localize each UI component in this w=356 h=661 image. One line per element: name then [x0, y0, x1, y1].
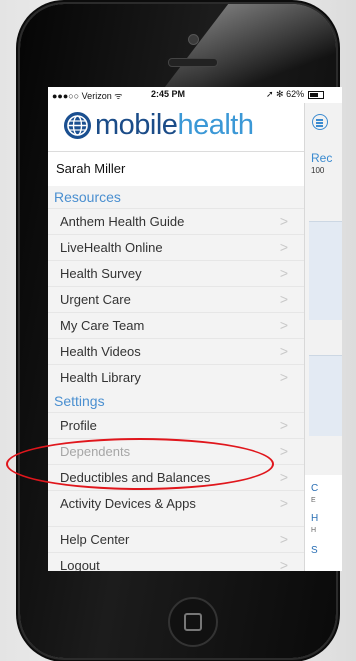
- menu-item-label: Profile: [60, 418, 97, 433]
- side-menu: mobilehealth Sarah Miller Resources Anth…: [48, 103, 304, 571]
- content-link[interactable]: S: [311, 545, 318, 556]
- section-resources: Resources: [48, 186, 304, 208]
- menu-item-label: My Care Team: [60, 318, 145, 333]
- chevron-right-icon: >: [279, 469, 288, 485]
- menu-spacer: [48, 516, 304, 526]
- earpiece-speaker: [168, 58, 218, 67]
- chevron-right-icon: >: [279, 443, 288, 459]
- chevron-right-icon: >: [279, 495, 288, 511]
- menu-item-label: Health Library: [60, 370, 141, 385]
- menu-item-profile[interactable]: Profile >: [48, 412, 304, 438]
- home-button[interactable]: [168, 597, 218, 647]
- menu-item-urgent-care[interactable]: Urgent Care >: [48, 286, 304, 312]
- status-right: ➚ ✻ 62%: [266, 89, 324, 100]
- menu-item-label: Activity Devices & Apps: [60, 496, 196, 511]
- chevron-right-icon: >: [279, 557, 288, 571]
- content-heading: Rec: [311, 151, 333, 165]
- menu-item-anthem-health-guide[interactable]: Anthem Health Guide >: [48, 208, 304, 234]
- menu-list: Resources Anthem Health Guide > LiveHealt…: [48, 186, 304, 571]
- annotation-circle: [6, 438, 274, 490]
- menu-item-health-videos[interactable]: Health Videos >: [48, 338, 304, 364]
- main-content-peek: Rec 100 C E H H S: [304, 103, 342, 571]
- screen: ●●●○○ Verizon ᯤ 2:45 PM ➚ ✻ 62% mobilehe…: [48, 87, 342, 571]
- menu-item-label: Help Center: [60, 532, 130, 547]
- content-link[interactable]: C: [311, 483, 318, 494]
- content-card[interactable]: [309, 355, 342, 436]
- menu-item-logout[interactable]: Logout >: [48, 552, 304, 571]
- app-logo: mobilehealth: [48, 103, 304, 151]
- menu-item-my-care-team[interactable]: My Care Team >: [48, 312, 304, 338]
- chevron-right-icon: >: [279, 317, 288, 333]
- menu-item-health-survey[interactable]: Health Survey >: [48, 260, 304, 286]
- content-link[interactable]: H: [311, 513, 318, 524]
- menu-item-label: Health Survey: [60, 266, 142, 281]
- menu-item-label: Health Videos: [60, 344, 141, 359]
- menu-item-livehealth-online[interactable]: LiveHealth Online >: [48, 234, 304, 260]
- chevron-right-icon: >: [279, 369, 288, 385]
- menu-item-label: Urgent Care: [60, 292, 131, 307]
- status-bar: ●●●○○ Verizon ᯤ 2:45 PM ➚ ✻ 62%: [48, 87, 342, 103]
- front-camera: [188, 34, 199, 45]
- chevron-right-icon: >: [279, 239, 288, 255]
- battery-percent: ➚ ✻ 62%: [266, 89, 305, 99]
- content-text: H: [311, 527, 317, 534]
- content-card[interactable]: [309, 221, 342, 320]
- menu-item-label: Anthem Health Guide: [60, 214, 185, 229]
- menu-item-activity-devices-apps[interactable]: Activity Devices & Apps >: [48, 490, 304, 516]
- menu-item-health-library[interactable]: Health Library >: [48, 364, 304, 390]
- chevron-right-icon: >: [279, 417, 288, 433]
- menu-item-label: Logout: [60, 558, 100, 571]
- logo-mobile: mobile: [95, 109, 178, 141]
- logo-wordmark: mobilehealth: [95, 107, 254, 143]
- menu-item-help-center[interactable]: Help Center >: [48, 526, 304, 552]
- chevron-right-icon: >: [279, 291, 288, 307]
- chevron-right-icon: >: [279, 343, 288, 359]
- menu-item-label: LiveHealth Online: [60, 240, 163, 255]
- chevron-right-icon: >: [279, 265, 288, 281]
- section-settings: Settings: [48, 390, 304, 412]
- content-subtext: 100: [311, 166, 325, 175]
- user-name[interactable]: Sarah Miller: [48, 151, 304, 187]
- chevron-right-icon: >: [279, 213, 288, 229]
- glare: [159, 4, 336, 94]
- clock: 2:45 PM: [151, 89, 186, 99]
- content-list: C E H H S: [305, 475, 342, 571]
- content-text: E: [311, 497, 316, 504]
- carrier-label: ●●●○○ Verizon ᯤ: [52, 91, 123, 101]
- battery-icon: [307, 90, 324, 99]
- logo-health: health: [177, 109, 254, 141]
- chevron-right-icon: >: [279, 531, 288, 547]
- globe-icon: [64, 112, 91, 139]
- menu-toggle-icon[interactable]: [312, 114, 328, 130]
